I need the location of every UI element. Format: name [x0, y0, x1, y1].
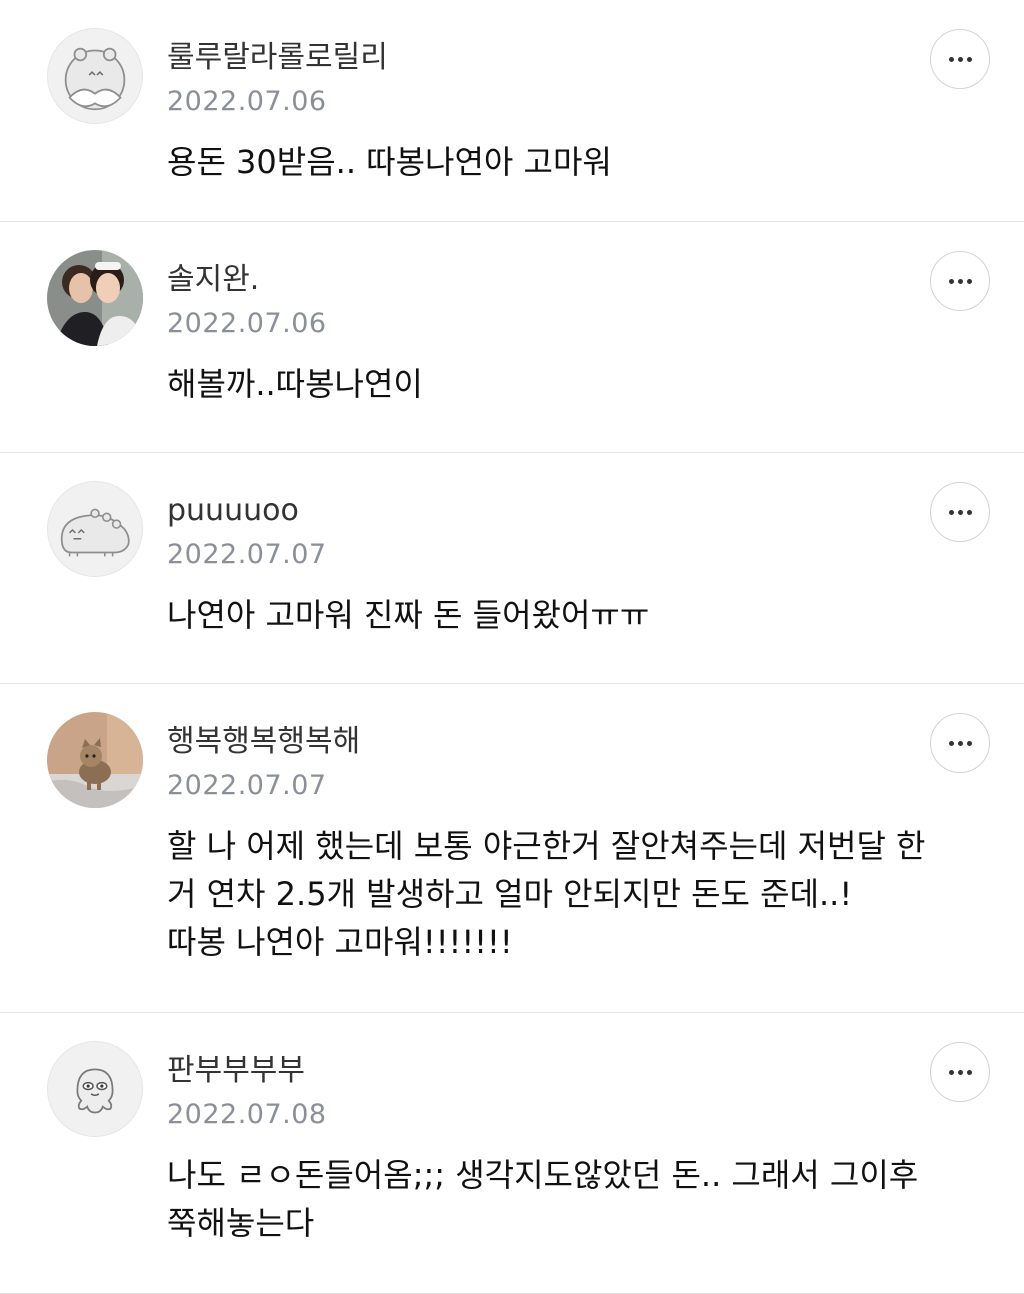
more-options-button[interactable]: [930, 1042, 990, 1102]
comment-date: 2022.07.06: [167, 86, 327, 117]
comment-date: 2022.07.06: [167, 308, 327, 339]
octopus-avatar[interactable]: [47, 1041, 143, 1137]
comment-text: 용돈 30받음.. 따봉나연아 고마워: [167, 138, 987, 186]
comment-item: 룰루랄라롤로릴리 2022.07.06 용돈 30받음.. 따봉나연아 고마워: [0, 0, 1024, 222]
profile-photo-avatar[interactable]: [47, 712, 143, 808]
two-people-photo-icon: [47, 250, 143, 346]
comment-date: 2022.07.07: [167, 539, 327, 570]
more-options-button[interactable]: [930, 482, 990, 542]
hedgehog-avatar[interactable]: [47, 481, 143, 577]
more-options-button[interactable]: [930, 251, 990, 311]
comment-text: 할 나 어제 했는데 보통 야근한거 잘안쳐주는데 저번달 한 거 연차 2.5…: [167, 822, 987, 966]
comment-text-line: 용돈 30받음.. 따봉나연아 고마워: [167, 143, 612, 181]
more-dots-icon: [948, 56, 954, 62]
more-options-button[interactable]: [930, 29, 990, 89]
comment-item: 판부부부부 2022.07.08 나도 ㄹㅇ돈들어옴;;; 생각지도않았던 돈.…: [0, 1013, 1024, 1294]
comment-username[interactable]: 행복행복행복해: [167, 722, 360, 762]
more-options-button[interactable]: [930, 713, 990, 773]
comment-username[interactable]: 룰루랄라롤로릴리: [167, 38, 388, 78]
more-dots-icon: [948, 740, 954, 746]
hedgehog-icon: [60, 508, 130, 557]
more-dots-icon: [948, 1069, 954, 1075]
comment-item: 행복행복행복해 2022.07.07 할 나 어제 했는데 보통 야근한거 잘안…: [0, 684, 1024, 1013]
comment-text: 해볼까..따봉나연이: [167, 360, 987, 408]
comment-username[interactable]: puuuuoo: [167, 491, 299, 531]
comment-username[interactable]: 솔지완.: [167, 260, 259, 300]
hamster-avatar[interactable]: [47, 28, 143, 124]
comment-item: 솔지완. 2022.07.06 해볼까..따봉나연이: [0, 222, 1024, 453]
comment-text-line: 할 나 어제 했는데 보통 야근한거 잘안쳐주는데 저번달 한: [167, 827, 926, 865]
comment-date: 2022.07.08: [167, 1099, 327, 1130]
comment-text-line: 해볼까..따봉나연이: [167, 365, 423, 403]
comment-text: 나연아 고마워 진짜 돈 들어왔어ㅠㅠ: [167, 591, 987, 639]
comment-text-line: 따봉 나연아 고마워!!!!!!!: [167, 923, 513, 961]
comment-text-line: 나도 ㄹㅇ돈들어옴;;; 생각지도않았던 돈.. 그래서 그이후: [167, 1156, 919, 1194]
comment-username[interactable]: 판부부부부: [167, 1051, 305, 1091]
comment-text: 나도 ㄹㅇ돈들어옴;;; 생각지도않았던 돈.. 그래서 그이후 쭉해놓는다: [167, 1151, 987, 1247]
hamster-icon: [64, 47, 126, 111]
profile-photo-avatar[interactable]: [47, 250, 143, 346]
more-dots-icon: [948, 509, 954, 515]
more-dots-icon: [948, 278, 954, 284]
comment-list: 룰루랄라롤로릴리 2022.07.06 용돈 30받음.. 따봉나연아 고마워: [0, 0, 1024, 1294]
comment-date: 2022.07.07: [167, 770, 327, 801]
comment-text-line: 쭉해놓는다: [167, 1204, 315, 1242]
cat-photo-icon: [47, 712, 143, 808]
octopus-icon: [76, 1068, 114, 1114]
comment-text-line: 거 연차 2.5개 발생하고 얼마 안되지만 돈도 준데..!: [167, 875, 853, 913]
comment-item: puuuuoo 2022.07.07 나연아 고마워 진짜 돈 들어왔어ㅠㅠ: [0, 453, 1024, 684]
comment-text-line: 나연아 고마워 진짜 돈 들어왔어ㅠㅠ: [167, 596, 650, 634]
